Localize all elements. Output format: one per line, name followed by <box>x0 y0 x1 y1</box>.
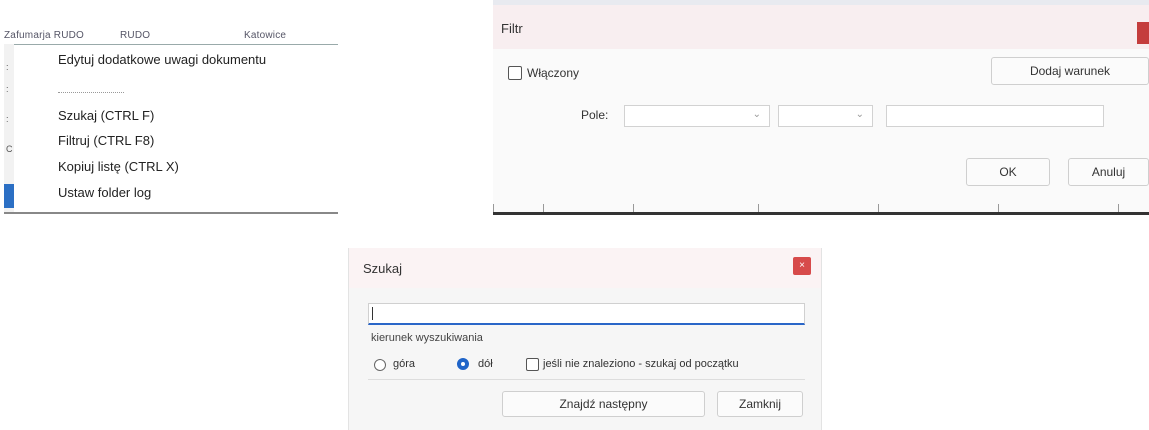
search-input[interactable] <box>368 303 805 325</box>
search-dialog-title: Szukaj <box>363 261 403 276</box>
wrap-search-label: jeśli nie znaleziono - szukaj od początk… <box>543 358 739 370</box>
chevron-down-icon: ⌄ <box>752 109 761 120</box>
operator-select[interactable]: ⌄ <box>778 105 873 127</box>
radio-up-label: góra <box>393 358 416 370</box>
selected-row-marker <box>4 184 14 208</box>
radio-down[interactable] <box>457 358 469 370</box>
grid-header-cell: RUDO <box>120 30 151 41</box>
chevron-down-icon: ⌄ <box>855 109 864 120</box>
menu-item-set-log-folder[interactable]: Ustaw folder log <box>58 185 151 200</box>
add-condition-button[interactable]: Dodaj warunek <box>991 57 1149 85</box>
grid-header-cell: Zafumarja RUDO <box>4 30 85 41</box>
context-menu: Zafumarja RUDO RUDO Katowice : : : C Edy… <box>4 28 338 214</box>
menu-item-edit-notes[interactable]: Edytuj dodatkowe uwagi dokumentu <box>58 52 266 67</box>
menu-separator <box>58 92 124 93</box>
search-titlebar: Szukaj × <box>349 248 821 288</box>
filter-titlebar: Filtr <box>493 5 1149 49</box>
grid-row-markers: : : : C <box>4 44 14 214</box>
filter-dialog-title: Filtr <box>501 21 523 36</box>
enabled-label: Włączony <box>527 66 580 80</box>
search-close-button[interactable]: × <box>793 257 811 275</box>
grid-header-row: Zafumarja RUDO RUDO Katowice <box>4 28 338 44</box>
filter-dialog: Filtr Włączony Dodaj warunek Pole: ⌄ ⌄ O… <box>493 0 1149 215</box>
ok-button[interactable]: OK <box>966 158 1050 186</box>
menu-item-copy-list[interactable]: Kopiuj listę (CTRL X) <box>58 159 179 174</box>
direction-group-label: kierunek wyszukiwania <box>371 332 483 344</box>
radio-up[interactable] <box>374 359 386 371</box>
text-caret <box>372 307 373 320</box>
cancel-button[interactable]: Anuluj <box>1068 158 1149 186</box>
grid-header-cell: Katowice <box>244 30 287 41</box>
enabled-checkbox[interactable] <box>508 66 522 80</box>
radio-down-label: dół <box>478 358 493 370</box>
menu-item-search[interactable]: Szukaj (CTRL F) <box>58 108 154 123</box>
close-button[interactable]: Zamknij <box>717 391 803 417</box>
filter-close-button[interactable] <box>1137 22 1149 44</box>
field-label: Pole: <box>581 108 609 122</box>
field-select[interactable]: ⌄ <box>624 105 770 127</box>
condition-value-input[interactable] <box>886 105 1104 127</box>
menu-item-filter[interactable]: Filtruj (CTRL F8) <box>58 133 154 148</box>
find-next-button[interactable]: Znajdź następny <box>502 391 705 417</box>
search-dialog: Szukaj × kierunek wyszukiwania góra dół … <box>348 248 822 430</box>
wrap-search-checkbox[interactable] <box>526 358 539 371</box>
